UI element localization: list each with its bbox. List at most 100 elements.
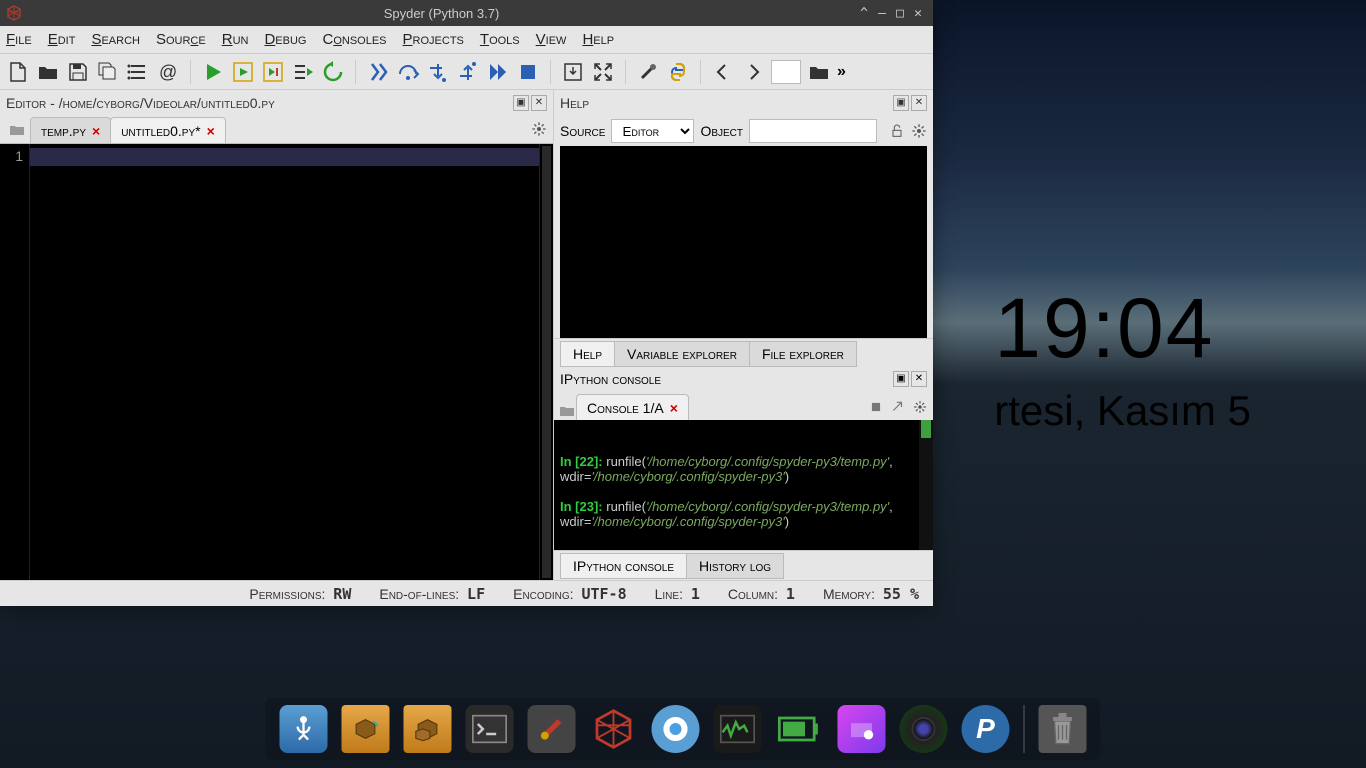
menu-source[interactable]: Source [156,31,206,48]
tab-browse-icon[interactable] [8,121,26,139]
forward-icon[interactable] [741,60,765,84]
tab-help[interactable]: Help [560,341,615,367]
step-into-icon[interactable] [426,60,450,84]
maximize-button[interactable]: □ [891,6,909,21]
console-tab[interactable]: Console 1/A × [576,394,689,420]
console-output[interactable]: In [22]: runfile('/home/cyborg/.config/s… [554,420,933,550]
window-up-button[interactable]: ^ [855,6,873,21]
run-cell-icon[interactable] [231,60,255,84]
toolbar-more-icon[interactable]: » [837,63,846,81]
step-over-icon[interactable] [396,60,420,84]
editor-undock-button[interactable]: ▣ [513,95,529,111]
open-file-icon[interactable] [36,60,60,84]
save-icon[interactable] [66,60,90,84]
menu-help[interactable]: Help [582,31,614,48]
new-file-icon[interactable] [6,60,30,84]
console-close-button[interactable]: ✕ [911,371,927,387]
working-dir-box[interactable] [771,60,801,84]
dock-camera[interactable] [900,705,948,753]
dock-battery[interactable] [776,705,824,753]
window-titlebar[interactable]: Spyder (Python 3.7) ^ — □ ✕ [0,0,933,26]
debug-icon[interactable] [366,60,390,84]
run-icon[interactable] [201,60,225,84]
maximize-pane-icon[interactable] [591,60,615,84]
dock-terminal[interactable] [466,705,514,753]
editor-pane: Editor - /home/cyborg/Videolar/untitled0… [0,90,554,580]
menu-tools[interactable]: Tools [480,31,520,48]
dock-tools[interactable] [528,705,576,753]
dock-spyder[interactable] [590,705,638,753]
code-editor[interactable]: 1 [0,144,553,580]
list-icon[interactable] [126,60,150,84]
status-eol-label: End-of-lines: [379,586,459,602]
clear-icon[interactable] [891,400,905,414]
console-undock-button[interactable]: ▣ [893,371,909,387]
menu-file[interactable]: File [6,31,32,48]
source-label: Source [560,123,605,139]
import-icon[interactable] [561,60,585,84]
tab-history-log[interactable]: History log [686,553,784,579]
step-out-icon[interactable] [456,60,480,84]
tab-ipython-console[interactable]: IPython console [560,553,687,579]
dock-system-monitor[interactable] [714,705,762,753]
stop-icon[interactable] [516,60,540,84]
console-browse-icon[interactable] [558,402,576,420]
help-content [560,146,927,338]
editor-close-button[interactable]: ✕ [531,95,547,111]
lock-icon[interactable] [889,123,905,139]
browse-folder-icon[interactable] [807,60,831,84]
status-column-label: Column: [728,586,778,602]
tab-variable-explorer[interactable]: Variable explorer [614,341,750,367]
tab-close-icon[interactable]: × [207,123,215,139]
tab-file-explorer[interactable]: File explorer [749,341,857,367]
console-scrollbar[interactable] [919,420,933,550]
editor-options-icon[interactable] [531,121,547,137]
help-close-button[interactable]: ✕ [911,95,927,111]
source-select[interactable]: Editor [611,119,694,143]
menu-debug[interactable]: Debug [264,31,306,48]
tab-label: temp.py [41,123,86,139]
minimize-button[interactable]: — [873,6,891,21]
console-title: IPython console [560,371,891,387]
tab-close-icon[interactable]: × [92,123,100,139]
back-icon[interactable] [711,60,735,84]
status-bar: Permissions: RW End-of-lines: LF Encodin… [0,580,933,606]
continue-icon[interactable] [486,60,510,84]
interrupt-icon[interactable] [869,400,883,414]
status-line-label: Line: [655,586,683,602]
menu-projects[interactable]: Projects [403,31,464,48]
editor-scrollbar[interactable] [539,144,553,580]
menu-run[interactable]: Run [222,31,249,48]
rerun-icon[interactable] [321,60,345,84]
dock-anchor[interactable] [280,705,328,753]
console-options-icon[interactable] [913,400,927,414]
close-button[interactable]: ✕ [909,6,927,21]
help-undock-button[interactable]: ▣ [893,95,909,111]
tab-untitled0[interactable]: untitled0.py* × [110,117,226,143]
menu-bar: File Edit Search Source Run Debug Consol… [0,26,933,54]
status-memory: 55 % [883,585,919,603]
save-all-icon[interactable] [96,60,120,84]
dock-screenshot[interactable] [838,705,886,753]
status-column: 1 [786,585,795,603]
menu-consoles[interactable]: Consoles [322,31,386,48]
dock-packages2[interactable] [404,705,452,753]
python-path-icon[interactable] [666,60,690,84]
run-selection-icon[interactable] [291,60,315,84]
svg-text:@: @ [159,62,177,82]
dock-app-p[interactable]: P [962,705,1010,753]
tab-temp[interactable]: temp.py × [30,117,111,143]
dock-chromium[interactable] [652,705,700,753]
run-cell-advance-icon[interactable] [261,60,285,84]
object-input[interactable] [749,119,877,143]
status-encoding: UTF-8 [581,585,626,603]
menu-search[interactable]: Search [91,31,140,48]
preferences-icon[interactable] [636,60,660,84]
at-icon[interactable]: @ [156,60,180,84]
help-options-icon[interactable] [911,123,927,139]
tab-close-icon[interactable]: × [670,400,678,416]
menu-view[interactable]: View [536,31,567,48]
menu-edit[interactable]: Edit [48,31,76,48]
dock-packages[interactable] [342,705,390,753]
dock-trash[interactable] [1039,705,1087,753]
